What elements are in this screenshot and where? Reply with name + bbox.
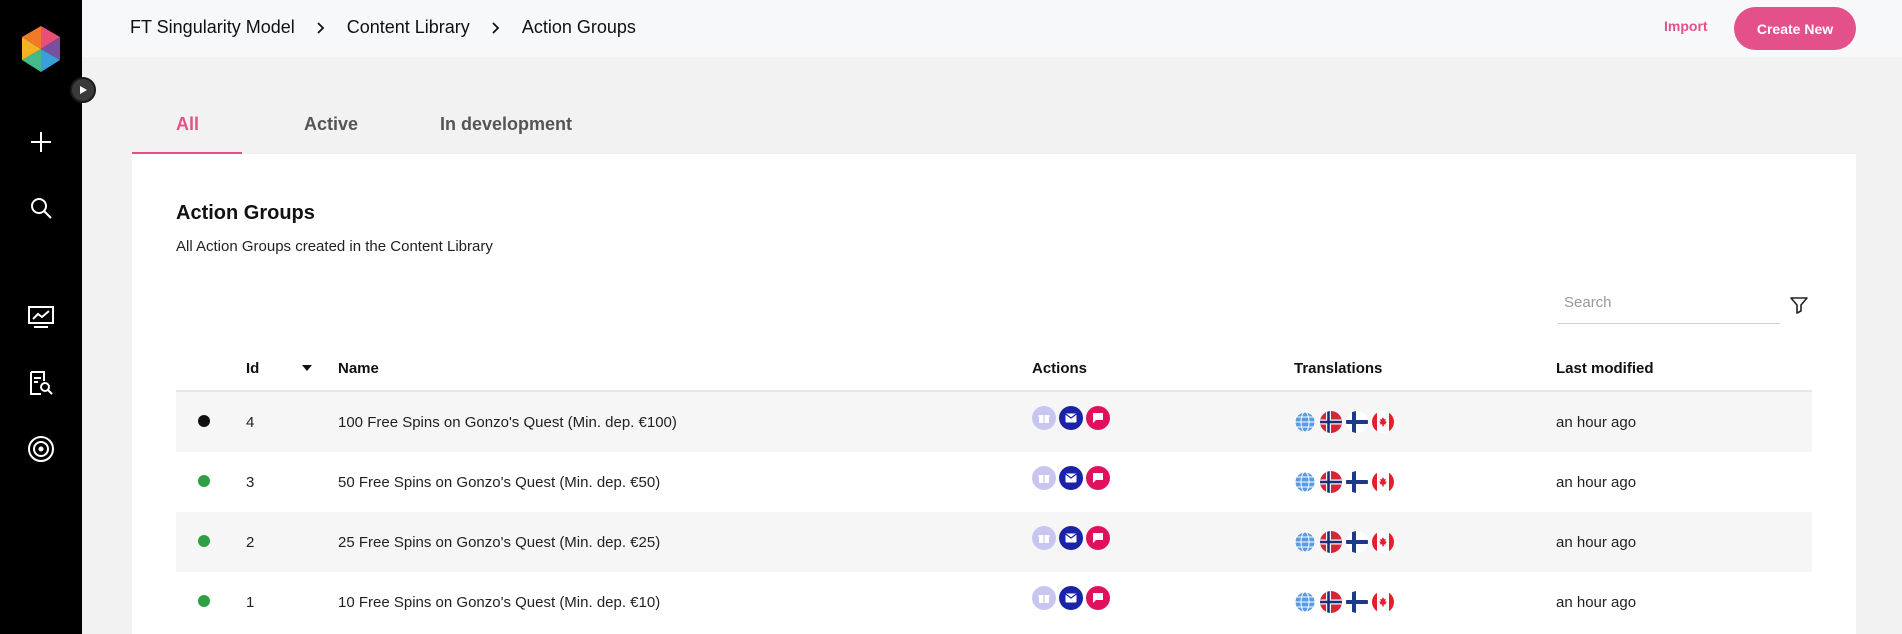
column-header-id[interactable]: Id — [246, 360, 302, 377]
breadcrumb-item-model[interactable]: FT Singularity Model — [130, 17, 295, 38]
globe-flag-icon — [1294, 531, 1316, 553]
breadcrumb: FT Singularity Model Content Library Act… — [130, 17, 636, 38]
row-id: 4 — [246, 413, 255, 431]
message-icon — [1086, 526, 1110, 550]
sort-desc-icon[interactable] — [302, 365, 338, 371]
row-name: 10 Free Spins on Gonzo's Quest (Min. dep… — [338, 593, 661, 611]
row-translations — [1294, 531, 1556, 553]
gift-icon — [1032, 586, 1056, 610]
mail-icon — [1059, 526, 1083, 550]
mail-icon — [1059, 406, 1083, 430]
report-search-icon[interactable] — [24, 366, 58, 400]
row-id: 2 — [246, 533, 255, 551]
message-icon — [1086, 406, 1110, 430]
gift-icon — [1032, 526, 1056, 550]
mail-icon — [1059, 586, 1083, 610]
finland-flag-icon — [1346, 411, 1368, 433]
globe-flag-icon — [1294, 471, 1316, 493]
canada-flag-icon — [1372, 591, 1394, 613]
canada-flag-icon — [1372, 531, 1394, 553]
dashboard-chart-icon[interactable] — [24, 300, 58, 334]
finland-flag-icon — [1346, 471, 1368, 493]
row-last-modified: an hour ago — [1556, 473, 1637, 491]
plus-icon[interactable] — [24, 125, 58, 159]
row-last-modified: an hour ago — [1556, 593, 1637, 611]
row-translations — [1294, 471, 1556, 493]
row-name: 50 Free Spins on Gonzo's Quest (Min. dep… — [338, 473, 661, 491]
row-id: 1 — [246, 593, 255, 611]
norway-flag-icon — [1320, 411, 1342, 433]
row-translations — [1294, 411, 1556, 433]
chevron-right-icon — [317, 21, 325, 34]
target-icon[interactable] — [24, 432, 58, 466]
status-dot-inactive — [198, 414, 210, 427]
norway-flag-icon — [1320, 471, 1342, 493]
column-header-translations: Translations — [1294, 359, 1383, 377]
norway-flag-icon — [1320, 591, 1342, 613]
gift-icon — [1032, 466, 1056, 490]
table-header: Id Name Actions Translations Last modifi… — [176, 346, 1812, 392]
tab-in-development[interactable]: In development — [440, 100, 620, 154]
norway-flag-icon — [1320, 531, 1342, 553]
breadcrumb-item-action-groups: Action Groups — [521, 17, 636, 37]
search-icon[interactable] — [24, 191, 58, 225]
column-header-name[interactable]: Name — [338, 360, 1032, 377]
gift-icon — [1032, 406, 1056, 430]
tab-active[interactable]: Active — [304, 100, 440, 154]
canada-flag-icon — [1372, 471, 1394, 493]
row-name: 100 Free Spins on Gonzo's Quest (Min. de… — [338, 413, 677, 431]
tab-all[interactable]: All — [132, 100, 304, 154]
row-id: 3 — [246, 473, 255, 491]
finland-flag-icon — [1346, 531, 1368, 553]
collapse-arrow-icon[interactable] — [70, 77, 96, 103]
row-translations — [1294, 591, 1556, 613]
globe-flag-icon — [1294, 411, 1316, 433]
logo-icon[interactable] — [20, 26, 62, 72]
row-name: 25 Free Spins on Gonzo's Quest (Min. dep… — [338, 533, 661, 551]
search-field — [1558, 282, 1780, 324]
table-row[interactable]: 3 50 Free Spins on Gonzo's Quest (Min. d… — [176, 452, 1812, 512]
status-dot-active — [198, 534, 210, 547]
row-last-modified: an hour ago — [1556, 533, 1637, 551]
table-row[interactable]: 4 100 Free Spins on Gonzo's Quest (Min. … — [176, 392, 1812, 452]
globe-flag-icon — [1294, 591, 1316, 613]
row-last-modified: an hour ago — [1556, 413, 1637, 431]
import-button[interactable]: Import — [1664, 18, 1708, 34]
filter-icon[interactable] — [1788, 294, 1810, 316]
create-new-button[interactable]: Create New — [1734, 7, 1856, 50]
finland-flag-icon — [1346, 591, 1368, 613]
message-icon — [1086, 466, 1110, 490]
status-dot-active — [198, 474, 210, 487]
content-card: Action Groups All Action Groups created … — [132, 154, 1856, 634]
column-header-last-modified[interactable]: Last modified — [1556, 360, 1812, 377]
breadcrumb-item-content-library[interactable]: Content Library — [347, 17, 470, 38]
sidebar — [0, 0, 82, 634]
table-row[interactable]: 1 10 Free Spins on Gonzo's Quest (Min. d… — [176, 572, 1812, 632]
row-actions — [1032, 586, 1294, 614]
tab-bar: All Active In development — [132, 100, 620, 154]
table-row[interactable]: 2 25 Free Spins on Gonzo's Quest (Min. d… — [176, 512, 1812, 572]
top-header: FT Singularity Model Content Library Act… — [82, 0, 1902, 57]
row-actions — [1032, 466, 1294, 494]
column-header-actions: Actions — [1032, 359, 1088, 377]
message-icon — [1086, 586, 1110, 610]
row-actions — [1032, 406, 1294, 434]
action-groups-table: Id Name Actions Translations Last modifi… — [176, 346, 1812, 632]
page-subtitle: All Action Groups created in the Content… — [176, 238, 493, 255]
mail-icon — [1059, 466, 1083, 490]
row-actions — [1032, 526, 1294, 554]
search-input[interactable] — [1558, 282, 1780, 323]
page-title: Action Groups — [176, 202, 315, 224]
status-dot-active — [198, 594, 210, 607]
canada-flag-icon — [1372, 411, 1394, 433]
chevron-right-icon — [492, 21, 500, 34]
